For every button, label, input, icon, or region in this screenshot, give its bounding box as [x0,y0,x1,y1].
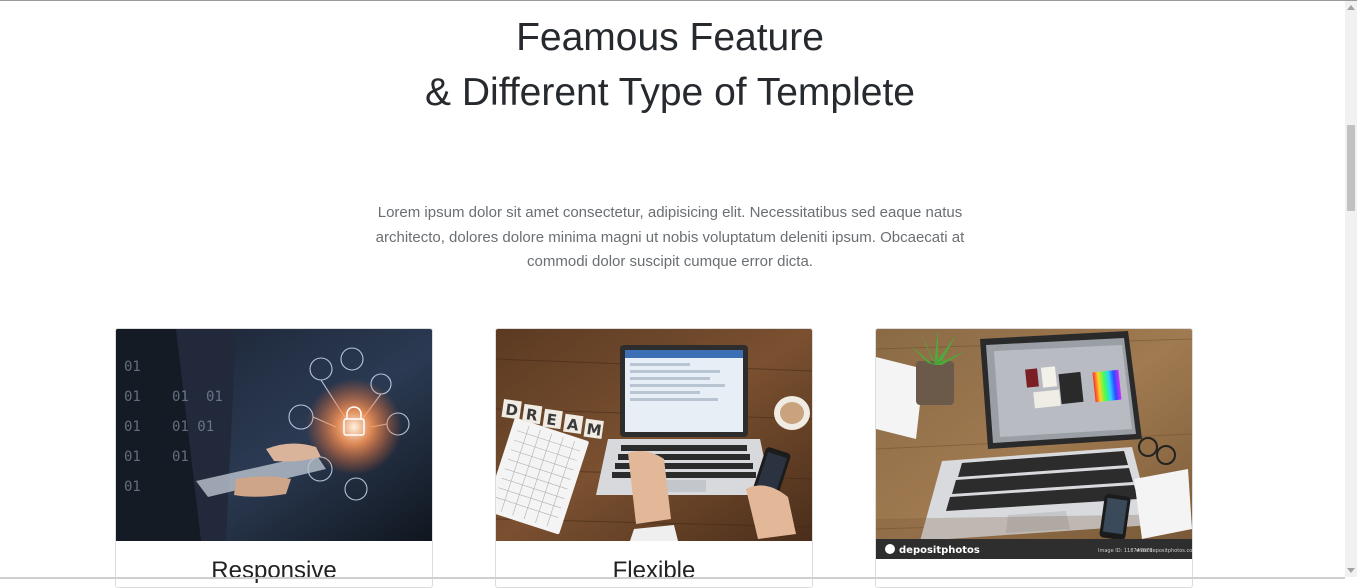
card-image-laptop-desk: D R E A M [496,329,812,541]
feature-card-responsive[interactable]: 01 01 01 01 01 01 01 01 01 01 Responsive [115,328,433,588]
feature-card-design[interactable]: depositphotos Image ID: 118747079 www.de… [875,328,1193,588]
page-content: Feamous Feature & Different Type of Temp… [0,0,1345,588]
card-image-laptop-mockup: depositphotos Image ID: 118747079 www.de… [876,329,1192,559]
svg-text:D: D [504,400,519,420]
heading-line-1: Feamous Feature [516,16,824,59]
depositphotos-watermark: depositphotos [899,545,980,556]
scroll-down-arrow-icon[interactable] [1347,568,1355,573]
svg-text:01: 01 [124,479,141,495]
svg-text:01: 01 [124,449,141,465]
card-title: Responsive [211,557,337,584]
svg-text:01: 01 [124,419,141,435]
feature-card-flexible[interactable]: D R E A M Flexible [495,328,813,588]
card-title: Flexible [612,557,696,584]
vertical-scrollbar[interactable] [1345,1,1357,577]
svg-text:M: M [585,420,602,440]
svg-text:01 01: 01 01 [172,419,214,435]
svg-text:01: 01 [124,359,141,375]
section-heading: Feamous Feature & Different Type of Temp… [0,10,1340,120]
section-description: Lorem ipsum dolor sit amet consectetur, … [375,204,965,270]
scroll-up-arrow-icon[interactable] [1347,5,1355,10]
svg-text:01: 01 [172,389,189,405]
heading-line-2: & Different Type of Templete [425,71,915,114]
svg-text:01: 01 [206,389,223,405]
svg-text:01: 01 [172,449,189,465]
scrollbar-thumb[interactable] [1347,125,1355,211]
card-image-digital-security: 01 01 01 01 01 01 01 01 01 01 [116,329,432,541]
svg-text:www.depositphotos.com: www.depositphotos.com [1136,548,1192,554]
svg-text:01: 01 [124,389,141,405]
